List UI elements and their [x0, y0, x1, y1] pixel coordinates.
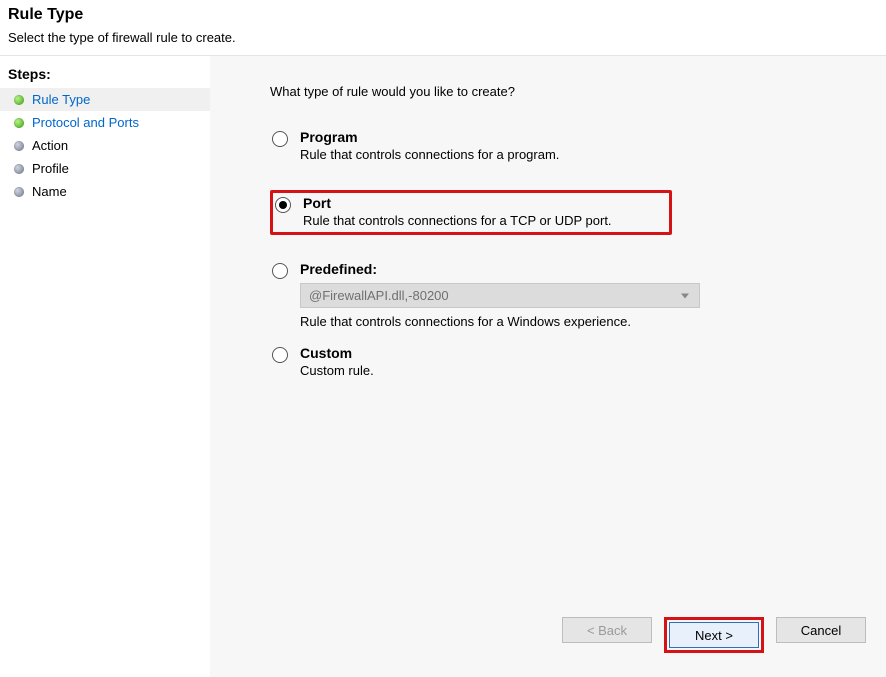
back-button: < Back — [562, 617, 652, 643]
wizard-footer: < Back Next > Cancel — [210, 599, 886, 677]
step-profile[interactable]: Profile — [0, 157, 210, 180]
option-predefined[interactable]: Predefined: @FirewallAPI.dll,-80200 Rule… — [270, 259, 866, 333]
step-action[interactable]: Action — [0, 134, 210, 157]
wizard-body: Steps: Rule Type Protocol and Ports Acti… — [0, 55, 886, 677]
predefined-select[interactable]: @FirewallAPI.dll,-80200 — [300, 283, 700, 308]
next-button-highlight: Next > — [664, 617, 764, 653]
next-button[interactable]: Next > — [669, 622, 759, 648]
steps-sidebar: Steps: Rule Type Protocol and Ports Acti… — [0, 56, 210, 677]
option-desc: Rule that controls connections for a Win… — [300, 314, 860, 329]
step-bullet-icon — [14, 164, 24, 174]
step-bullet-icon — [14, 95, 24, 105]
step-label: Action — [32, 138, 68, 153]
radio-icon[interactable] — [272, 347, 288, 363]
wizard-dialog: Rule Type Select the type of firewall ru… — [0, 0, 886, 677]
step-label: Rule Type — [32, 92, 90, 107]
option-custom[interactable]: Custom Custom rule. — [270, 343, 866, 382]
step-label: Name — [32, 184, 67, 199]
option-title: Predefined: — [300, 261, 860, 277]
cancel-button[interactable]: Cancel — [776, 617, 866, 643]
option-desc: Rule that controls connections for a TCP… — [303, 213, 612, 228]
wizard-header: Rule Type Select the type of firewall ru… — [0, 0, 886, 55]
step-label: Protocol and Ports — [32, 115, 139, 130]
page-subtitle: Select the type of firewall rule to crea… — [8, 30, 878, 45]
step-rule-type[interactable]: Rule Type — [0, 88, 210, 111]
option-title: Port — [303, 195, 612, 211]
steps-title: Steps: — [0, 66, 210, 88]
rule-type-question: What type of rule would you like to crea… — [270, 84, 866, 99]
step-label: Profile — [32, 161, 69, 176]
option-text: Predefined: @FirewallAPI.dll,-80200 Rule… — [300, 261, 860, 329]
step-bullet-icon — [14, 118, 24, 128]
page-title: Rule Type — [8, 6, 878, 24]
main-panel: What type of rule would you like to crea… — [210, 56, 886, 677]
option-title: Custom — [300, 345, 374, 361]
option-text: Custom Custom rule. — [300, 345, 374, 378]
step-bullet-icon — [14, 187, 24, 197]
radio-icon[interactable] — [272, 131, 288, 147]
option-desc: Custom rule. — [300, 363, 374, 378]
step-protocol-ports[interactable]: Protocol and Ports — [0, 111, 210, 134]
option-desc: Rule that controls connections for a pro… — [300, 147, 559, 162]
step-name[interactable]: Name — [0, 180, 210, 203]
option-title: Program — [300, 129, 559, 145]
predefined-select-value: @FirewallAPI.dll,-80200 — [309, 288, 449, 303]
main-content: What type of rule would you like to crea… — [210, 56, 886, 599]
option-text: Port Rule that controls connections for … — [303, 195, 612, 228]
option-port[interactable]: Port Rule that controls connections for … — [270, 190, 672, 235]
option-text: Program Rule that controls connections f… — [300, 129, 559, 162]
radio-icon[interactable] — [272, 263, 288, 279]
radio-icon[interactable] — [275, 197, 291, 213]
step-bullet-icon — [14, 141, 24, 151]
option-program[interactable]: Program Rule that controls connections f… — [270, 127, 866, 166]
